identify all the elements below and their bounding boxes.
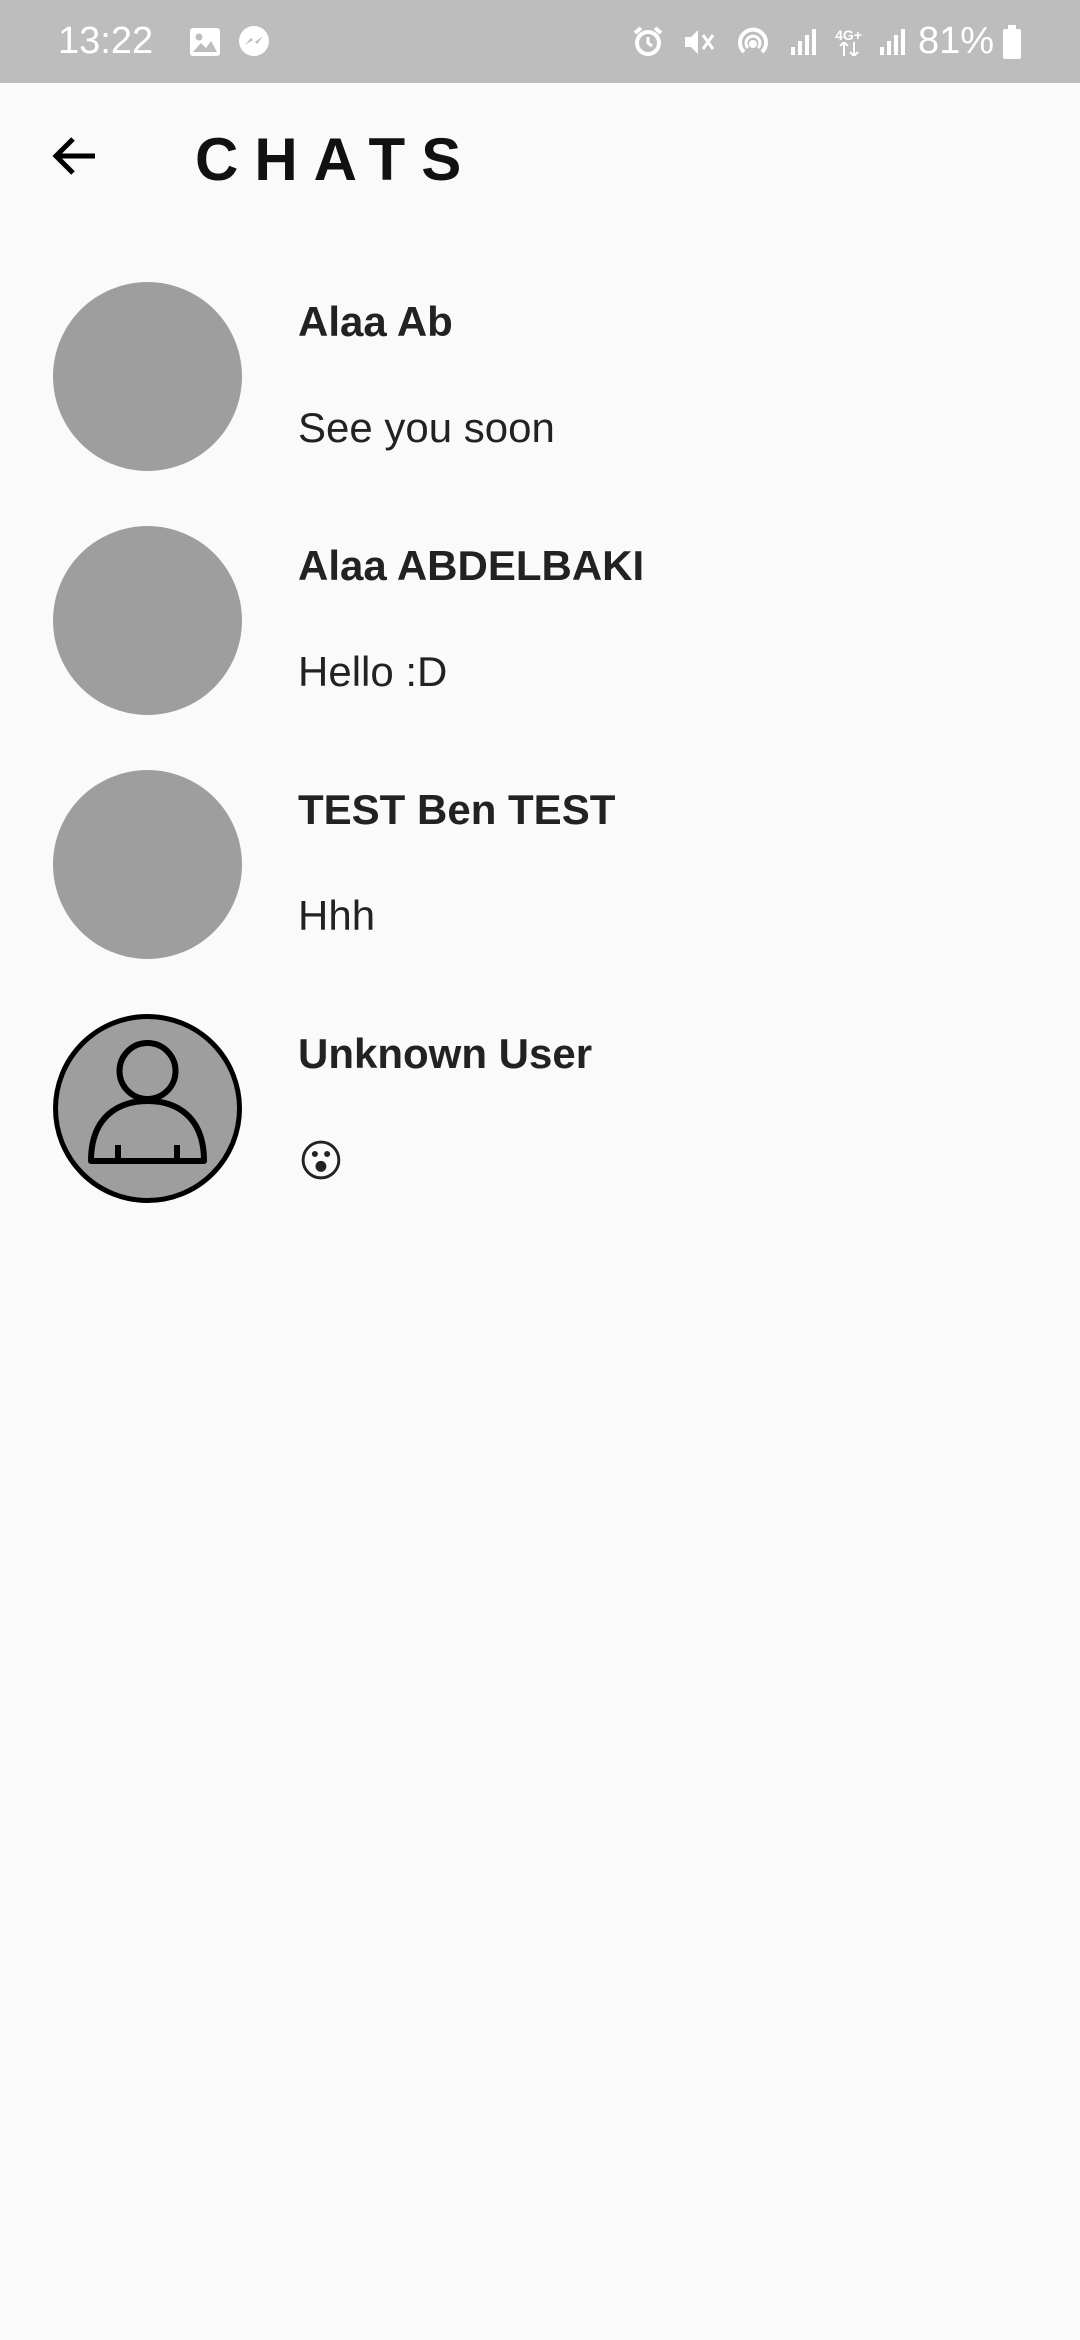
page-title: CHATS	[195, 126, 478, 193]
messenger-icon	[237, 25, 271, 59]
mute-icon	[681, 25, 717, 59]
chat-name: Alaa ABDELBAKI	[298, 542, 645, 589]
back-button[interactable]	[40, 123, 110, 193]
4g-icon: 4G+	[835, 28, 862, 56]
battery-icon	[1002, 24, 1022, 59]
hotspot-icon	[733, 24, 773, 60]
alarm-icon	[631, 25, 665, 59]
signal-icon	[789, 27, 819, 57]
status-bar-right: 4G+ 81%	[615, 20, 1022, 63]
chat-last-message: 😮	[298, 1137, 344, 1186]
status-bar: 13:22 4G+ 81%	[0, 0, 1080, 83]
chat-list: Alaa Ab See you soon Alaa ABDELBAKI Hell…	[0, 272, 1080, 1248]
chat-list-item[interactable]: Alaa Ab See you soon	[0, 272, 1080, 516]
gallery-icon	[189, 27, 221, 57]
chat-last-message: Hhh	[298, 892, 376, 939]
avatar	[53, 282, 242, 471]
chat-list-item[interactable]: TEST Ben TEST Hhh	[0, 760, 1080, 1004]
chat-list-item[interactable]: Unknown User 😮	[0, 1004, 1080, 1248]
network-type-label: 4G+	[835, 26, 862, 43]
app-bar: CHATS	[0, 83, 1080, 233]
chat-last-message: Hello :D	[298, 648, 448, 695]
avatar	[53, 526, 242, 715]
chat-name: Unknown User	[298, 1030, 593, 1077]
chat-name: TEST Ben TEST	[298, 786, 616, 833]
chat-list-item[interactable]: Alaa ABDELBAKI Hello :D	[0, 516, 1080, 760]
avatar	[53, 770, 242, 959]
chat-name: Alaa Ab	[298, 298, 453, 345]
chat-last-message: See you soon	[298, 404, 555, 451]
default-user-icon	[53, 1014, 242, 1203]
status-bar-left: 13:22	[58, 20, 271, 63]
status-time: 13:22	[58, 20, 154, 62]
signal-icon	[878, 27, 908, 57]
arrow-left-icon	[51, 134, 99, 183]
battery-percent: 81%	[917, 20, 994, 62]
